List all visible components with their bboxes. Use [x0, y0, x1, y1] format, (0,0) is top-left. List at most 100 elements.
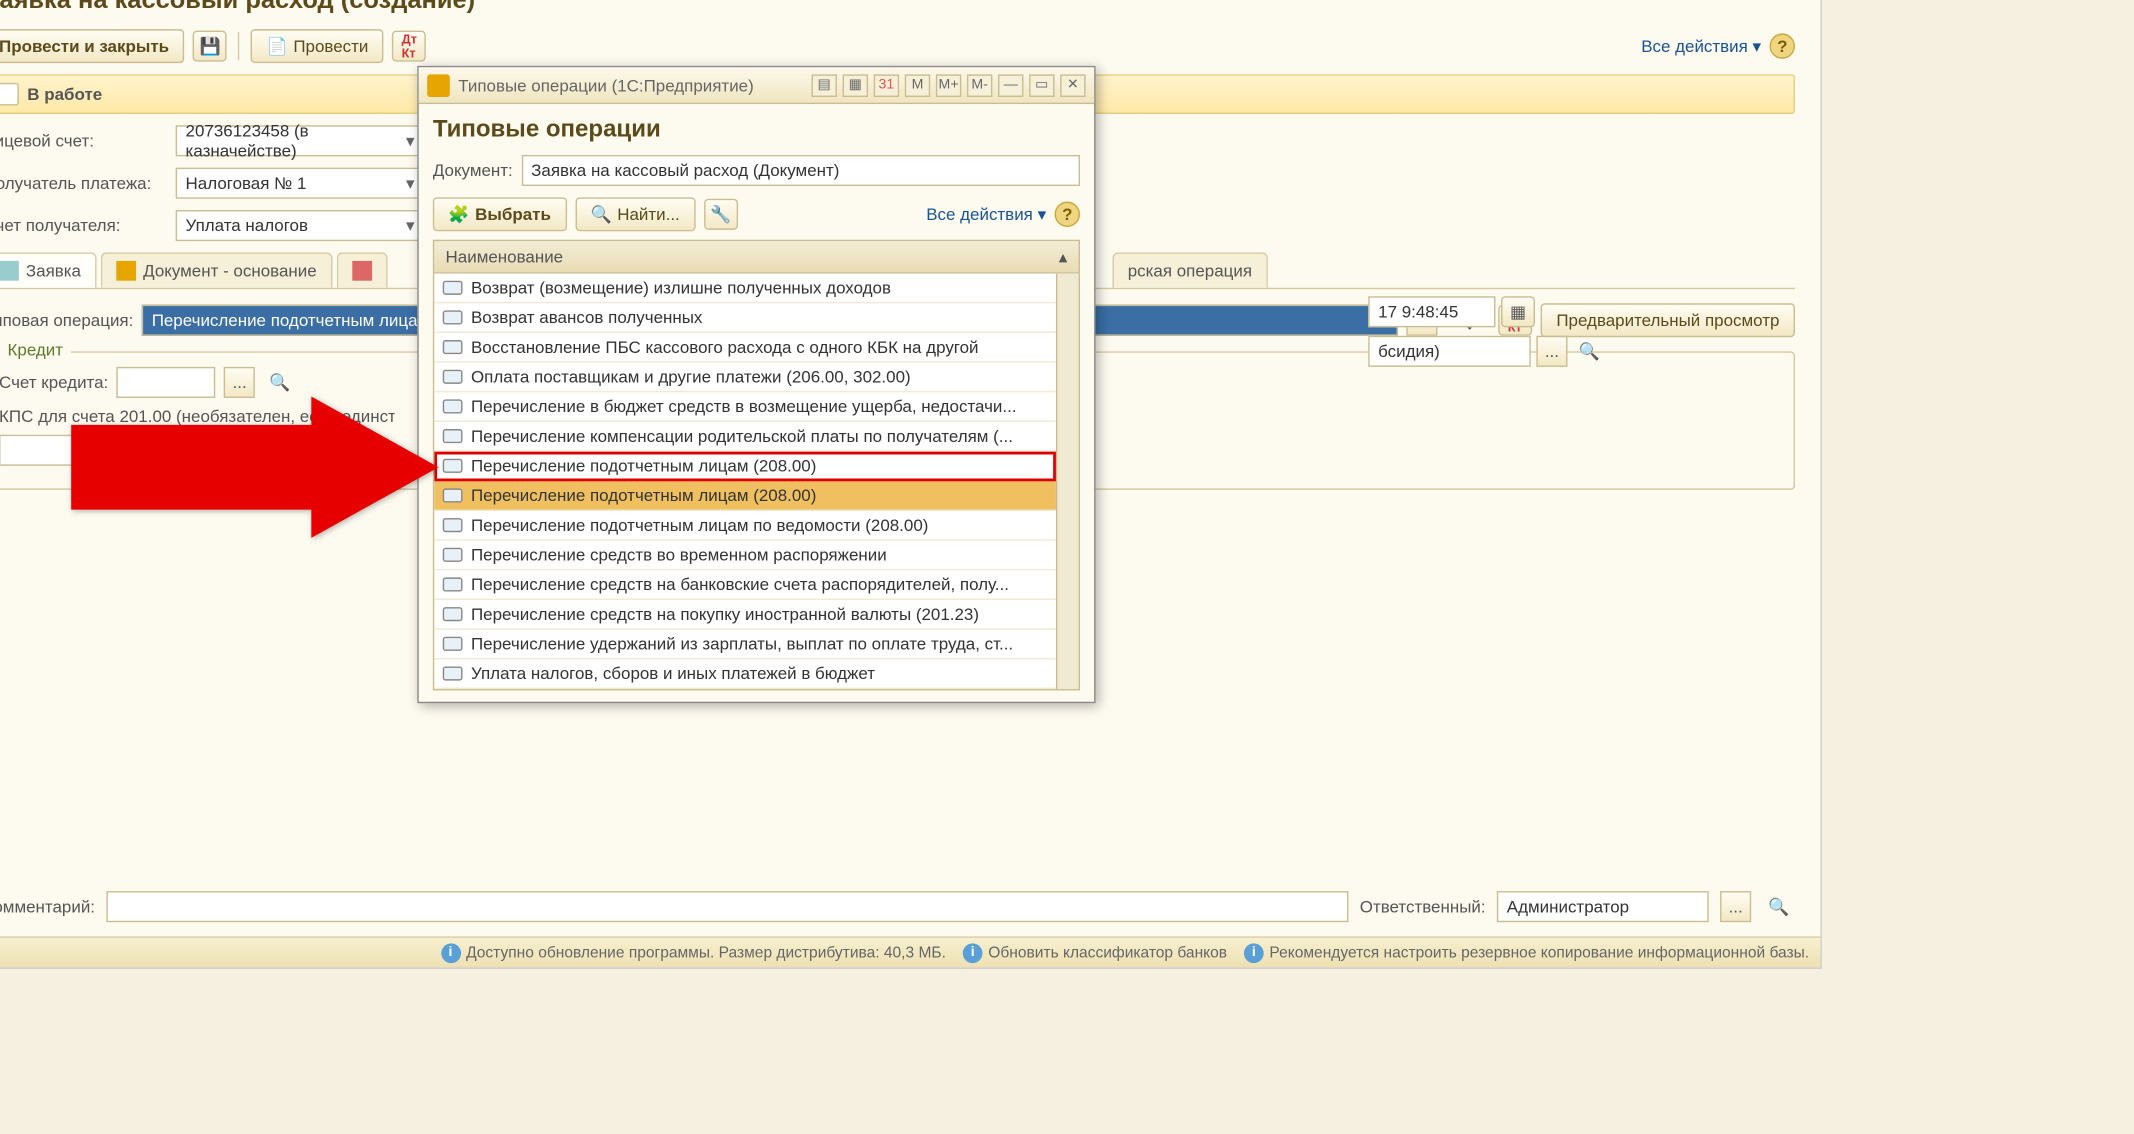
- ellipsis-button[interactable]: ...: [224, 367, 255, 398]
- item-icon: [443, 637, 463, 651]
- datetime-input[interactable]: 17 9:48:45: [1368, 296, 1495, 327]
- credit-account-input[interactable]: [117, 367, 216, 398]
- help-icon[interactable]: ?: [1770, 33, 1795, 58]
- item-label: Перечисление средств на банковские счета…: [471, 575, 1009, 595]
- list-item[interactable]: Перечисление средств на покупку иностран…: [434, 600, 1056, 630]
- status-icon: [0, 83, 19, 106]
- list-item[interactable]: Перечисление средств во временном распор…: [434, 541, 1056, 571]
- item-label: Перечисление подотчетным лицам по ведомо…: [471, 515, 928, 535]
- item-icon: [443, 666, 463, 680]
- document-input[interactable]: Заявка на кассовый расход (Документ): [521, 155, 1080, 186]
- modal-mplus[interactable]: M+: [936, 74, 961, 97]
- save-icon[interactable]: 💾: [193, 31, 227, 62]
- list-item[interactable]: Оплата поставщикам и другие платежи (206…: [434, 363, 1056, 393]
- list-item[interactable]: Перечисление средств на банковские счета…: [434, 570, 1056, 600]
- magnify-icon[interactable]: 🔍: [1763, 897, 1795, 917]
- item-label: Оплата поставщикам и другие платежи (206…: [471, 367, 911, 387]
- page-title: Заявка на кассовый расход (создание) *: [0, 0, 1795, 15]
- item-label: Возврат (возмещение) излишне полученных …: [471, 278, 891, 298]
- status-text: В работе: [27, 84, 102, 104]
- list-header[interactable]: Наименование ▴: [433, 240, 1080, 274]
- payee-input[interactable]: Налоговая № 1▾: [176, 168, 430, 199]
- post-button[interactable]: 📄 Провести: [251, 29, 384, 63]
- find-button[interactable]: 🔍 Найти...: [575, 197, 695, 231]
- list-item[interactable]: Перечисление в бюджет средств в возмещен…: [434, 392, 1056, 422]
- item-icon: [443, 548, 463, 562]
- wrench-icon[interactable]: 🔧: [704, 199, 738, 230]
- scrollbar[interactable]: [1056, 274, 1079, 689]
- status-banks[interactable]: iОбновить классификатор банков: [963, 943, 1227, 963]
- annotation-arrow: [71, 397, 438, 543]
- modal-mminus[interactable]: M-: [967, 74, 992, 97]
- item-icon: [443, 577, 463, 591]
- item-label: Перечисление средств на покупку иностран…: [471, 604, 979, 624]
- list-item[interactable]: Восстановление ПБС кассового расхода с о…: [434, 333, 1056, 363]
- item-label: Перечисление средств во временном распор…: [471, 545, 887, 565]
- all-actions-link[interactable]: Все действия ▾: [1641, 36, 1761, 56]
- modal-all-actions[interactable]: Все действия ▾: [926, 204, 1046, 224]
- payee-account-input[interactable]: Уплата налогов▾: [176, 210, 430, 241]
- label-document: Документ:: [433, 161, 513, 181]
- item-label: Восстановление ПБС кассового расхода с о…: [471, 337, 979, 357]
- ellipsis-button[interactable]: ...: [1536, 336, 1567, 367]
- doc-icon: [0, 261, 19, 281]
- list-item[interactable]: Возврат авансов полученных: [434, 303, 1056, 333]
- item-icon: [443, 340, 463, 354]
- calendar-button[interactable]: ▦: [1501, 296, 1535, 327]
- magnify-icon[interactable]: 🔍: [264, 373, 296, 393]
- account-input[interactable]: 20736123458 (в казначействе)▾: [176, 125, 430, 156]
- operations-list: Возврат (возмещение) излишне полученных …: [433, 274, 1080, 691]
- item-label: Перечисление подотчетным лицам (208.00): [471, 456, 816, 476]
- modal-close-icon[interactable]: ✕: [1060, 74, 1085, 97]
- label-payee: Получатель платежа:: [0, 173, 167, 193]
- item-label: Перечисление компенсации родительской пл…: [471, 426, 1013, 446]
- org-input[interactable]: бсидия): [1368, 336, 1530, 367]
- modal-m[interactable]: M: [905, 74, 930, 97]
- list-item[interactable]: Перечисление удержаний из зарплаты, выпл…: [434, 630, 1056, 660]
- label-comment: Комментарий:: [0, 897, 95, 917]
- dtkt-icon[interactable]: ДтКт: [392, 31, 426, 62]
- post-and-close-button[interactable]: Провести и закрыть: [0, 29, 185, 63]
- item-icon: [443, 370, 463, 384]
- sort-icon[interactable]: ▴: [1059, 247, 1068, 267]
- label-credit-account: Счет кредита:: [0, 373, 108, 393]
- fieldset-legend: Кредит: [0, 340, 72, 360]
- select-button[interactable]: 🧩 Выбрать: [433, 197, 567, 231]
- modal-header: Типовые операции: [433, 115, 1080, 143]
- modal-help-icon[interactable]: ?: [1055, 202, 1080, 227]
- responsible-input[interactable]: Администратор: [1497, 891, 1709, 922]
- list-item[interactable]: Перечисление подотчетным лицам (208.00): [434, 481, 1056, 511]
- item-icon: [443, 518, 463, 532]
- item-icon: [443, 607, 463, 621]
- subtab-3[interactable]: [336, 252, 387, 287]
- doc-icon: [352, 261, 372, 281]
- subtab-op[interactable]: рская операция: [1112, 252, 1267, 287]
- list-item[interactable]: Возврат (возмещение) излишне полученных …: [434, 274, 1056, 304]
- item-label: Перечисление удержаний из зарплаты, выпл…: [471, 634, 1013, 654]
- subtab-request[interactable]: Заявка: [0, 252, 97, 287]
- modal-minimize-icon[interactable]: —: [998, 74, 1023, 97]
- modal-cal-icon[interactable]: 31: [874, 74, 899, 97]
- list-item[interactable]: Перечисление компенсации родительской пл…: [434, 422, 1056, 452]
- list-item[interactable]: Уплата налогов, сборов и иных платежей в…: [434, 659, 1056, 689]
- subtab-basis[interactable]: Документ - основание: [101, 252, 332, 287]
- item-label: Возврат авансов полученных: [471, 308, 702, 328]
- list-item[interactable]: Перечисление подотчетным лицам (208.00): [434, 452, 1056, 482]
- magnify-icon[interactable]: 🔍: [1573, 341, 1605, 361]
- label-payee-account: Счет получателя:: [0, 216, 167, 236]
- toolbar: Провести и закрыть 💾 📄 Провести ДтКт Все…: [0, 29, 1795, 63]
- modal-maximize-icon[interactable]: ▭: [1029, 74, 1054, 97]
- item-icon: [443, 281, 463, 295]
- modal-calc-icon[interactable]: ▦: [843, 74, 868, 97]
- ellipsis-button[interactable]: ...: [1720, 891, 1751, 922]
- item-label: Перечисление в бюджет средств в возмещен…: [471, 397, 1017, 417]
- comment-input[interactable]: [106, 891, 1348, 922]
- status-update[interactable]: iДоступно обновление программы. Размер д…: [441, 943, 946, 963]
- label-typical-op: Типовая операция:: [0, 310, 133, 330]
- list-item[interactable]: Перечисление подотчетным лицам по ведомо…: [434, 511, 1056, 541]
- modal-title: Типовые операции (1С:Предприятие): [458, 75, 811, 95]
- modal-icon-1[interactable]: ▤: [812, 74, 837, 97]
- status-backup[interactable]: iРекомендуется настроить резервное копир…: [1244, 943, 1809, 963]
- modal-typical-ops: Типовые операции (1С:Предприятие) ▤ ▦ 31…: [417, 66, 1095, 703]
- modal-titlebar[interactable]: Типовые операции (1С:Предприятие) ▤ ▦ 31…: [419, 67, 1094, 104]
